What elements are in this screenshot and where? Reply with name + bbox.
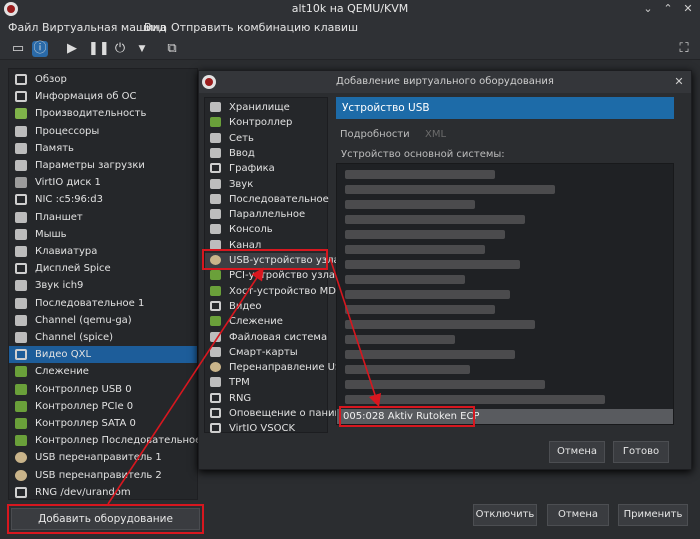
arrow-to-usb-category — [107, 267, 264, 505]
arrow-to-selected-device — [329, 257, 382, 408]
annotation-arrows — [107, 257, 382, 505]
